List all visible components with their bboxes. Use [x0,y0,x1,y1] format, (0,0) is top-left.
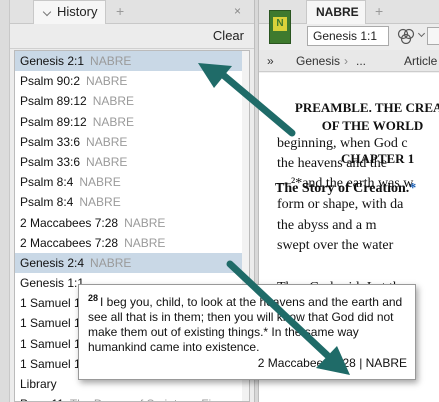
history-item[interactable]: Psalm 8:4 NABRE [15,172,249,192]
breadcrumb-expand-icon[interactable]: » [267,54,274,68]
history-item[interactable]: 2 Maccabees 7:28 NABRE [15,233,249,253]
history-item-version: NABRE [79,175,121,190]
history-item-ref: 2 Maccabees 7:28 [20,215,119,230]
history-item[interactable]: Psalm 33:6 NABRE [15,152,249,172]
add-tab-icon[interactable]: + [116,3,124,19]
history-tab-bar: History + × [10,0,254,24]
bible-logo-icon: N [269,10,291,44]
history-item-ref: Psalm 89:12 [20,114,87,129]
verse-citation[interactable]: 2 Maccabees 7:28 | NABRE [258,356,407,371]
history-item-version: NABRE [92,94,135,109]
close-icon[interactable]: × [234,4,241,18]
history-item-ref: 1 Samuel 1 [20,316,81,331]
reference-input[interactable]: Genesis 1:1 [307,26,389,46]
history-item-version: NABRE [124,215,166,230]
breadcrumb: » Genesis › ... Article [259,50,439,72]
verse-line: the abyss and a m [277,218,377,233]
heading-line-2: OF THE WORLD [321,118,424,133]
history-toolbar: Clear [10,25,254,49]
history-item-ref: Psalm 89:12 [20,94,87,109]
tab-nabre[interactable]: NABRE [306,0,366,24]
history-item-version: The Drama of Scripture: Fin [70,397,218,401]
toolbar-button[interactable] [427,27,439,45]
history-item-version: NABRE [90,255,132,270]
history-item-ref: Psalm 8:4 [20,175,74,190]
chevron-down-icon[interactable] [42,7,52,17]
history-item-ref: Genesis 2:1 [20,54,85,68]
history-item-version: NABRE [90,54,132,68]
tab-history-label: History [57,4,98,19]
history-item-ref: Page 11 [20,397,64,401]
visual-filter-icon[interactable] [397,28,415,44]
history-item-version: NABRE [86,154,128,169]
history-item-ref: Genesis 2:4 [20,255,85,270]
heading-line-1: PREAMBLE. THE CREAT [294,100,439,115]
history-item-version: NABRE [86,74,128,89]
history-item-ref: 1 Samuel 1 [20,296,81,311]
logo-letter: N [273,17,287,31]
history-item[interactable]: Psalm 90:2 NABRE [15,71,249,91]
history-item[interactable]: Genesis 2:1 NABRE [15,51,249,72]
breadcrumb-article[interactable]: Article [404,54,437,68]
history-item-ref: 2 Maccabees 7:28 [20,235,119,250]
verse-number: 28 [88,293,99,303]
breadcrumb-book[interactable]: Genesis [296,54,340,68]
add-tab-icon[interactable]: + [375,3,383,19]
history-item-version: NABRE [124,235,166,250]
history-item-version: NABRE [86,134,128,149]
verse-tooltip: 28 I beg you, child, to look at the heave… [78,284,416,380]
history-item-ref: Psalm 33:6 [20,134,81,149]
history-item[interactable]: Psalm 33:6 NABRE [15,132,249,152]
history-item[interactable]: 2 Maccabees 7:28 NABRE [15,213,249,233]
history-item-ref: 1 Samuel 1 [20,356,81,371]
history-item[interactable]: Psalm 8:4 NABRE [15,192,249,212]
history-item-ref: Genesis 1:1 [20,276,85,291]
history-item-ref: Library [20,377,57,391]
app-window: History + × Clear Genesis 2:1 NABRE Psalm … [0,0,439,402]
left-edge-strip [0,0,10,402]
history-item-version: NABRE [79,195,121,210]
breadcrumb-more[interactable]: ... [356,54,366,68]
verse-line: the heavens and the [277,156,388,171]
section-heading: PREAMBLE. THE CREAT OF THE WORLD [285,99,439,135]
history-item-ref: 1 Samuel 1 [20,336,81,351]
history-item-ref: Psalm 8:4 [20,195,74,210]
verse-text: I beg you, child, to look at the heavens… [88,295,403,354]
verse-line: —²*and the earth was w [277,176,414,191]
history-item-ref: Psalm 33:6 [20,154,81,169]
history-item[interactable]: Psalm 89:12 NABRE [15,112,249,132]
history-item-version: NABRE [92,114,135,129]
verse-line: form or shape, with da [277,197,404,212]
clear-button[interactable]: Clear [213,28,244,43]
verse-line: swept over the water [277,238,394,253]
verse-line: beginning, when God c [277,136,408,151]
tab-history[interactable]: History [33,0,106,24]
chevron-down-icon[interactable] [417,29,426,38]
history-item[interactable]: Psalm 89:12 NABRE [15,91,249,111]
breadcrumb-separator: › [344,54,348,68]
history-item-ref: Psalm 90:2 [20,74,81,89]
history-item[interactable]: Genesis 2:4 NABRE [15,252,249,274]
history-item[interactable]: Page 11 The Drama of Scripture: Fin [15,394,249,401]
